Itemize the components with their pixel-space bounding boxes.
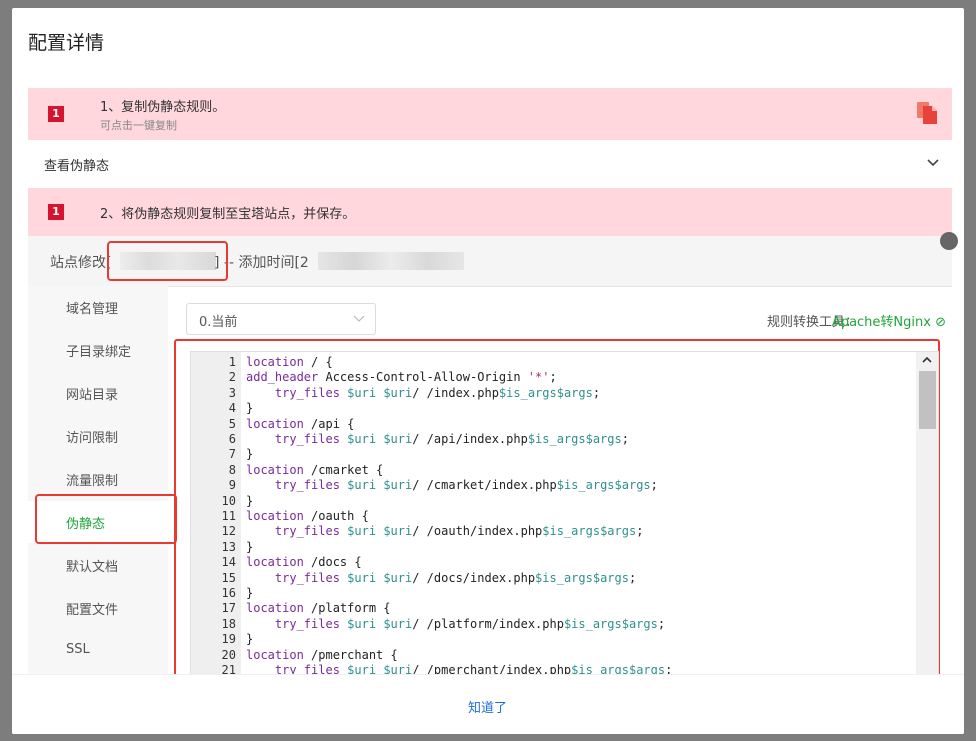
- nav-item-access-limit[interactable]: 访问限制: [28, 415, 168, 457]
- line-number: 11: [221, 509, 236, 523]
- code-text: try_files $uri $uri/ /oauth/index.php$is…: [274, 524, 644, 539]
- code-text: try_files $uri $uri/ /pmerchant/index.ph…: [274, 663, 673, 674]
- code-text: location /docs {: [246, 555, 362, 570]
- site-panel-header: 站点修改[ ] -- 添加时间[2: [28, 236, 952, 287]
- highlight-box: 1 location / { 2 add_header Access-Control-…: [174, 339, 940, 674]
- code-text: try_files $uri $uri/ /index.php$is_args$…: [274, 385, 601, 400]
- step-1-banner: 1 1、复制伪静态规则。 可点击一键复制: [28, 88, 952, 140]
- nav-label: SSL: [66, 642, 90, 657]
- line-number: 9: [228, 478, 236, 493]
- editor-scrollbar[interactable]: [916, 352, 938, 674]
- code-text: }: [246, 493, 254, 508]
- highlight-box: [35, 494, 177, 544]
- apache-to-nginx-link[interactable]: Apache转Nginx ⊘: [832, 311, 946, 330]
- code-text: }: [246, 401, 254, 416]
- step-1-title: 1、复制伪静态规则。: [100, 100, 226, 115]
- code-text: try_files $uri $uri/ /cmarket/index.php$…: [274, 478, 658, 493]
- nav-label: 默认文档: [66, 560, 119, 575]
- got-it-button[interactable]: 知道了: [468, 697, 507, 716]
- line-number: 8: [228, 462, 236, 477]
- chevron-down-icon: [927, 159, 939, 167]
- line-number: 7: [228, 447, 236, 462]
- nav-label: 子目录绑定: [66, 345, 132, 360]
- code-text: location /oauth {: [246, 509, 369, 523]
- dialog-body: 1 1、复制伪静态规则。 可点击一键复制 查看伪静态 1 2、将伪静态规则复制至…: [28, 88, 952, 674]
- nav-item-site-dir[interactable]: 网站目录: [28, 372, 168, 414]
- code-text: location /platform {: [246, 601, 391, 616]
- chevron-up-icon[interactable]: [922, 356, 932, 364]
- code-text: add_header Access-Control-Allow-Origin '…: [246, 370, 557, 385]
- nav-label: 流量限制: [66, 474, 119, 489]
- view-rewrite-accordion[interactable]: 查看伪静态: [28, 140, 952, 189]
- code-text: location /cmarket {: [246, 462, 384, 477]
- rewrite-content: 0.当前 规则转换工具： Apache转Nginx ⊘ 1 location / …: [170, 286, 952, 674]
- copy-icon[interactable]: [916, 101, 938, 125]
- line-number: 17: [221, 601, 236, 616]
- line-number: 21: [221, 663, 236, 674]
- step-2-title: 2、将伪静态规则复制至宝塔站点，并保存。: [100, 207, 356, 222]
- nav-item-config-file[interactable]: 配置文件: [28, 587, 168, 629]
- dialog-title: 配置详情: [28, 32, 105, 54]
- line-number: 1: [228, 355, 236, 369]
- scroll-thumb[interactable]: [919, 371, 936, 429]
- nav-item-subdir[interactable]: 子目录绑定: [28, 329, 168, 371]
- step-2-banner: 1 2、将伪静态规则复制至宝塔站点，并保存。: [28, 188, 952, 236]
- line-number: 20: [221, 647, 236, 662]
- nav-item-default-doc[interactable]: 默认文档: [28, 544, 168, 586]
- step-1-hint: 可点击一键复制: [100, 119, 177, 132]
- line-number: 18: [221, 616, 236, 631]
- rewrite-template-select[interactable]: 0.当前: [186, 303, 376, 335]
- nav-item-domain[interactable]: 域名管理: [28, 286, 168, 328]
- code-text: }: [246, 539, 254, 554]
- nav-label: 访问限制: [66, 431, 119, 446]
- site-header-mid: ] -- 添加时间[2: [214, 255, 309, 271]
- line-number: 4: [228, 401, 236, 416]
- site-settings-panel: 站点修改[ ] -- 添加时间[2 域名管理 子目录绑定 网站目录 访问限制 流…: [28, 236, 952, 674]
- line-number: 13: [221, 539, 236, 554]
- line-number: 14: [221, 555, 236, 570]
- site-side-nav: 域名管理 子目录绑定 网站目录 访问限制 流量限制 伪静态 默认文档 配置文件 …: [28, 286, 177, 674]
- step-badge: 1: [48, 106, 64, 122]
- line-number: 15: [221, 570, 236, 585]
- code-text: }: [246, 586, 254, 600]
- line-number: 16: [221, 586, 236, 600]
- line-number: 5: [228, 416, 236, 431]
- chevron-down-icon: [353, 315, 365, 322]
- line-number: 3: [228, 385, 236, 400]
- code-text: location /api {: [246, 416, 355, 431]
- dialog-footer: 知道了: [12, 674, 964, 734]
- select-value: 0.当前: [199, 315, 238, 330]
- nav-item-ssl[interactable]: SSL: [28, 630, 168, 672]
- code-editor[interactable]: 1 location / { 2 add_header Access-Control-…: [190, 351, 939, 674]
- accordion-label: 查看伪静态: [44, 159, 110, 174]
- code-text: }: [246, 632, 254, 647]
- redacted-add-time: [318, 252, 464, 270]
- line-number: 12: [221, 524, 236, 539]
- line-number: 6: [228, 432, 236, 446]
- site-header-prefix: 站点修改[: [50, 255, 112, 271]
- code-text: }: [246, 447, 254, 462]
- code-text: try_files $uri $uri/ /docs/index.php$is_…: [274, 570, 637, 585]
- nav-label: 域名管理: [66, 302, 119, 317]
- code-text: try_files $uri $uri/ /platform/index.php…: [274, 616, 666, 631]
- config-detail-dialog: 配置详情 1 1、复制伪静态规则。 可点击一键复制 查看伪静态 1 2、将伪静态…: [12, 8, 964, 734]
- close-icon[interactable]: [940, 232, 958, 250]
- line-number: 19: [221, 632, 236, 647]
- line-number: 2: [228, 370, 236, 385]
- code-text: location / {: [246, 355, 333, 369]
- link-text: Apache转Nginx: [831, 315, 931, 330]
- code-text: location /pmerchant {: [246, 647, 398, 662]
- highlight-box: [107, 241, 228, 281]
- nav-label: 网站目录: [66, 388, 119, 403]
- link-icon: ⊘: [935, 315, 946, 330]
- code-text: try_files $uri $uri/ /api/index.php$is_a…: [274, 432, 629, 446]
- nav-label: 配置文件: [66, 603, 119, 618]
- step-badge: 1: [48, 204, 64, 220]
- line-number: 10: [221, 493, 236, 508]
